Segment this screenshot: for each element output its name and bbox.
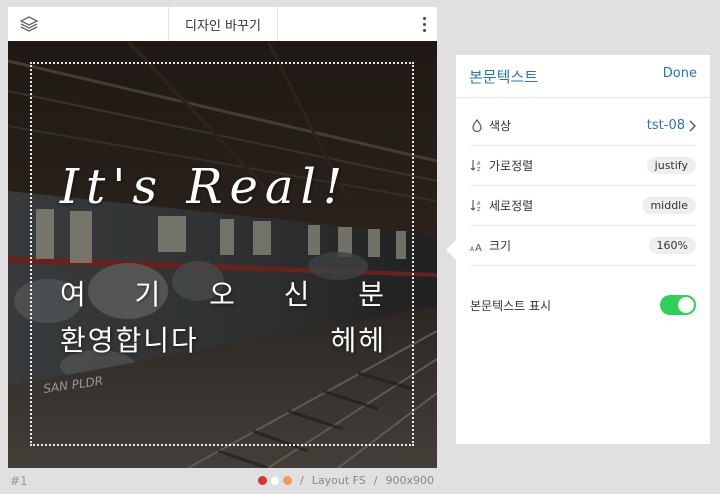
body-text-line-1[interactable]: 여 기 오 신 분 [60, 273, 386, 313]
change-design-button[interactable]: 디자인 바꾸기 [168, 7, 278, 41]
headline-text[interactable]: It's Real! [60, 159, 400, 215]
layers-icon[interactable] [18, 15, 40, 33]
editor-toolbar: 디자인 바꾸기 [8, 7, 437, 42]
setting-label-horizontal-align: 가로정렬 [489, 159, 534, 173]
font-size-icon: AA [470, 239, 484, 253]
panel-title: 본문텍스트 [469, 68, 539, 86]
setting-row-color[interactable]: 색상 tst-08 [470, 106, 696, 146]
swatch-orange[interactable] [283, 476, 293, 485]
swatch-red[interactable] [258, 476, 268, 485]
setting-row-vertical-align[interactable]: AZ 세로정렬 middle [470, 186, 696, 226]
setting-row-show-body-text: 본문텍스트 표시 [470, 291, 696, 319]
footer-separator: / [300, 474, 304, 487]
setting-label-vertical-align: 세로정렬 [489, 199, 534, 213]
sort-icon: AZ [470, 199, 484, 213]
svg-text:A: A [475, 243, 482, 252]
text-safe-frame [30, 62, 414, 446]
svg-text:Z: Z [477, 207, 481, 212]
vertical-align-pill[interactable]: middle [642, 197, 696, 214]
canvas-footer-info: / Layout FS / 900x900 [258, 474, 434, 487]
setting-label-color: 색상 [489, 119, 512, 133]
show-body-text-toggle[interactable] [660, 295, 696, 315]
setting-row-size[interactable]: AA 크기 160% [470, 226, 696, 266]
color-value-link[interactable]: tst-08 [647, 118, 696, 133]
svg-text:Z: Z [477, 167, 481, 172]
design-canvas[interactable]: SAN PLDR It's Real! 여 기 오 신 분 환영합니다 헤헤 [8, 41, 437, 468]
editor-card: 디자인 바꾸기 It's Real! 여 기 오 신 분 환영합니다 헤헤 [8, 7, 437, 468]
canvas-size: 900x900 [385, 474, 434, 487]
body-text-settings-panel: 본문텍스트 Done 색상 tst-08 AZ 가로정렬 justify AZ … [456, 55, 710, 444]
setting-row-horizontal-align[interactable]: AZ 가로정렬 justify [470, 146, 696, 186]
layout-name: Layout FS [311, 474, 366, 487]
setting-label-size: 크기 [489, 239, 512, 253]
done-button[interactable]: Done [663, 66, 697, 81]
horizontal-align-pill[interactable]: justify [646, 157, 696, 174]
panel-header: 본문텍스트 Done [456, 55, 710, 98]
body-text-line-2[interactable]: 환영합니다 헤헤 [60, 319, 386, 359]
swatch-white[interactable] [270, 475, 281, 486]
sort-icon: AZ [470, 159, 484, 173]
color-swatches[interactable] [258, 475, 293, 486]
chevron-right-icon [689, 120, 696, 131]
change-design-label: 디자인 바꾸기 [185, 18, 261, 34]
color-value: tst-08 [646, 118, 685, 133]
droplet-icon [470, 119, 484, 133]
page-number: #1 [10, 474, 28, 488]
size-pill[interactable]: 160% [648, 237, 696, 254]
show-body-text-label: 본문텍스트 표시 [470, 298, 552, 313]
more-options-icon[interactable] [419, 14, 429, 34]
footer-separator: / [373, 474, 378, 487]
